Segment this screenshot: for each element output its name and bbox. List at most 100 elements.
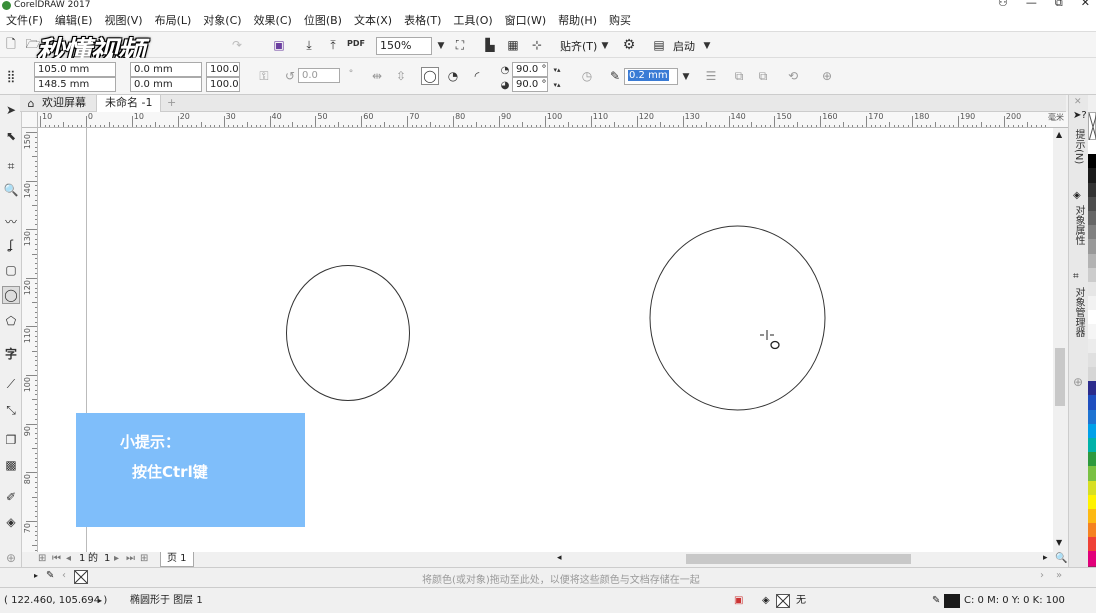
docker-tab-object-manager[interactable]: 对象管理器	[1071, 287, 1085, 337]
menu-bitmap[interactable]: 位图(B)	[298, 11, 348, 31]
palette-swatch[interactable]	[1088, 324, 1096, 339]
ellipse-mode-icon[interactable]: ◯	[421, 67, 439, 85]
add-page-after-icon[interactable]: ⊞	[140, 552, 148, 566]
palette-scroll-left-icon[interactable]: ‹	[62, 570, 66, 581]
menu-view[interactable]: 视图(V)	[98, 11, 148, 31]
outline-width-field[interactable]: 0.2 mm	[624, 68, 678, 85]
menu-tools[interactable]: 工具(O)	[447, 11, 498, 31]
outline-pen-icon[interactable]: ✎	[606, 67, 624, 85]
scroll-down-icon[interactable]: ▼	[1056, 538, 1062, 547]
add-tool-icon[interactable]: ⊕	[2, 549, 20, 567]
palette-swatch[interactable]	[1088, 551, 1096, 566]
ruler-origin-corner[interactable]	[22, 112, 38, 128]
palette-swatch[interactable]	[1088, 182, 1096, 197]
docker-tab-object-properties[interactable]: 对象属性	[1071, 205, 1085, 245]
show-guidelines-icon[interactable]: ⊹	[528, 36, 546, 54]
end-angle-field[interactable]: 90.0 °	[512, 77, 548, 92]
transparency-tool-icon[interactable]: ▩	[2, 456, 20, 474]
palette-swatch[interactable]	[1088, 196, 1096, 211]
rotation-icon[interactable]: ↺	[281, 67, 299, 85]
add-preset-icon[interactable]: ⊕	[818, 67, 836, 85]
palette-swatch[interactable]	[1088, 537, 1096, 552]
ellipse-left[interactable]	[286, 265, 410, 401]
palette-swatch[interactable]	[1088, 210, 1096, 226]
ellipse-tool-icon[interactable]: ◯	[2, 286, 20, 304]
palette-swatch[interactable]	[1088, 381, 1096, 396]
palette-swatch[interactable]	[1088, 253, 1096, 268]
rectangle-tool-icon[interactable]: ▢	[2, 261, 20, 279]
text-wrap-icon[interactable]: ☰	[702, 67, 720, 85]
menu-window[interactable]: 窗口(W)	[499, 11, 552, 31]
artistic-media-tool-icon[interactable]: ʆ	[2, 236, 20, 254]
import-icon[interactable]: ⤓	[300, 36, 318, 54]
menu-file[interactable]: 文件(F)	[0, 11, 49, 31]
no-color-swatch[interactable]	[1088, 112, 1096, 142]
height-field[interactable]: 0.0 mm	[130, 77, 202, 92]
export-icon[interactable]: ⤒	[324, 36, 342, 54]
end-angle-spinner-icon[interactable]: ▾▴	[548, 76, 566, 94]
show-grid-icon[interactable]: ▦	[504, 36, 522, 54]
polygon-tool-icon[interactable]: ⬠	[2, 312, 20, 330]
options-gear-icon[interactable]: ⚙	[620, 36, 638, 54]
palette-scroll-right-icon[interactable]: ›	[1040, 570, 1044, 581]
convert-to-curves-icon[interactable]: ⟲	[784, 67, 802, 85]
add-page-before-icon[interactable]: ⊞	[38, 552, 46, 566]
scale-width-field[interactable]: 100.0	[206, 62, 240, 77]
connector-tool-icon[interactable]: ⤡	[2, 401, 20, 419]
pie-mode-icon[interactable]: ◔	[444, 67, 462, 85]
y-position-field[interactable]: 148.5 mm	[34, 77, 116, 92]
drop-shadow-tool-icon[interactable]: ❐	[2, 431, 20, 449]
no-fill-swatch[interactable]	[74, 570, 88, 584]
change-direction-icon[interactable]: ◷	[578, 67, 596, 85]
previous-page-icon[interactable]: ◂	[66, 552, 71, 566]
palette-swatch[interactable]	[1088, 523, 1096, 538]
pick-tool-icon[interactable]: ➤	[2, 101, 20, 119]
vertical-ruler[interactable]: 150 140 130 120 110 100 90 80 70	[22, 112, 38, 552]
vertical-scrollbar[interactable]: ▲ ▼	[1053, 128, 1067, 552]
palette-swatch[interactable]	[1088, 452, 1096, 467]
menu-effects[interactable]: 效果(C)	[248, 11, 298, 31]
status-expand-icon[interactable]: ▸	[98, 588, 102, 613]
docker-close-icon[interactable]: ✕	[1074, 97, 1082, 107]
palette-swatch[interactable]	[1088, 409, 1096, 424]
palette-menu-icon[interactable]: ▸	[34, 571, 38, 580]
interactive-fill-tool-icon[interactable]: ◈	[2, 513, 20, 531]
palette-swatch[interactable]	[1088, 423, 1096, 438]
last-page-icon[interactable]: ⏭	[126, 552, 135, 566]
snap-dropdown-icon[interactable]: ▼	[596, 37, 614, 55]
to-back-icon[interactable]: ⧉	[754, 67, 772, 85]
user-icon[interactable]: ⚇	[998, 0, 1008, 8]
palette-swatch[interactable]	[1088, 437, 1096, 453]
palette-swatch[interactable]	[1088, 395, 1096, 410]
eyedropper-tool-icon[interactable]: ✐	[2, 488, 20, 506]
palette-swatch[interactable]	[1088, 267, 1096, 282]
drawing-canvas[interactable]: 小提示： 按住Ctrl键	[38, 128, 1053, 552]
corel-connect-icon[interactable]: ▣	[270, 36, 288, 54]
navigator-zoom-icon[interactable]: 🔍	[1055, 553, 1067, 564]
close-button[interactable]: ✕	[1081, 0, 1090, 8]
horizontal-scroll-thumb[interactable]	[686, 554, 911, 564]
snap-to-menu[interactable]: 贴齐(T)	[560, 38, 597, 54]
menu-object[interactable]: 对象(C)	[197, 11, 247, 31]
menu-table[interactable]: 表格(T)	[398, 11, 447, 31]
palette-swatch[interactable]	[1088, 480, 1096, 495]
tab-welcome[interactable]: 欢迎屏幕	[38, 95, 90, 112]
vertical-scroll-thumb[interactable]	[1055, 348, 1065, 406]
eyedropper-icon[interactable]: ✎	[46, 570, 54, 581]
tab-untitled-1[interactable]: 未命名 -1	[96, 95, 162, 112]
menu-text[interactable]: 文本(X)	[348, 11, 398, 31]
palette-swatch[interactable]	[1088, 168, 1096, 183]
scroll-right-icon[interactable]: ▸	[1043, 553, 1048, 563]
scroll-left-icon[interactable]: ◂	[557, 553, 562, 563]
show-rulers-icon[interactable]: ▙	[481, 36, 499, 54]
scale-height-field[interactable]: 100.0	[206, 77, 240, 92]
palette-swatch[interactable]	[1088, 352, 1096, 367]
to-front-icon[interactable]: ⧉	[730, 67, 748, 85]
new-document-icon[interactable]: 🗋	[2, 36, 20, 54]
horizontal-scrollbar[interactable]: ◂ ▸	[555, 552, 1052, 566]
application-launcher-icon[interactable]: ▤	[650, 36, 668, 54]
horizontal-ruler[interactable]: 10 0 10 20 30 40 50 60 70 80 90 100 110 120 130 140 150 1…	[38, 112, 1068, 128]
palette-swatch[interactable]	[1088, 310, 1096, 325]
x-position-field[interactable]: 105.0 mm	[34, 62, 116, 77]
palette-swatch[interactable]	[1088, 281, 1096, 297]
